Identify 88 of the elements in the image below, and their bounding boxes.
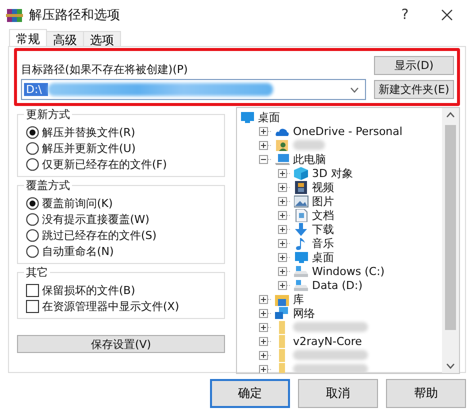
- expand-icon[interactable]: [278, 182, 291, 192]
- scrollbar[interactable]: [442, 108, 459, 373]
- radio-label[interactable]: 自动重命名(N): [42, 244, 114, 258]
- tab[interactable]: 常规: [9, 29, 47, 46]
- scroll-down-icon[interactable]: [446, 363, 455, 369]
- tree-item[interactable]: 库: [293, 292, 304, 306]
- group-title: 覆盖方式: [24, 178, 72, 193]
- tab[interactable]: 选项: [83, 31, 121, 46]
- checkbox[interactable]: [26, 300, 39, 312]
- tree-item[interactable]: 图片: [312, 194, 334, 208]
- expand-icon[interactable]: [259, 350, 272, 360]
- path-input[interactable]: D:\: [24, 83, 48, 96]
- tree-item[interactable]: Data (D:): [312, 278, 363, 292]
- user-icon: [275, 138, 290, 152]
- tree-item[interactable]: 文档: [312, 208, 334, 222]
- scroll-up-icon[interactable]: [446, 112, 455, 118]
- tree-item[interactable]: 网络: [293, 306, 315, 320]
- radio-label[interactable]: 没有提示直接覆盖(W): [42, 212, 150, 226]
- tab[interactable]: 高级: [46, 31, 84, 46]
- expand-icon[interactable]: [278, 168, 291, 178]
- radio-button[interactable]: [26, 142, 39, 154]
- checkbox[interactable]: [26, 284, 39, 296]
- expand-icon[interactable]: [259, 336, 272, 346]
- cube-icon: [294, 166, 309, 180]
- expand-icon[interactable]: [259, 364, 272, 373]
- radio-label[interactable]: 解压并替换文件(R): [42, 124, 136, 140]
- tree-item[interactable]: OneDrive - Personal: [293, 124, 402, 138]
- library-icon: [275, 292, 290, 306]
- tree-item[interactable]: Windows (C:): [312, 264, 385, 278]
- film-icon: [294, 180, 309, 194]
- window-title: 解压路径和选项: [29, 7, 121, 24]
- group-title: 更新方式: [24, 107, 72, 122]
- expand-icon[interactable]: [278, 224, 291, 234]
- radio-label[interactable]: 解压并更新文件(U): [42, 140, 136, 156]
- scrollbar-thumb[interactable]: [445, 125, 456, 330]
- dropdown-icon: [350, 86, 359, 92]
- down-arrow-icon: [294, 222, 309, 236]
- expand-icon[interactable]: [259, 322, 272, 332]
- drive-icon: [294, 264, 309, 278]
- expand-icon[interactable]: [259, 140, 272, 150]
- tree-item[interactable]: 音乐: [312, 236, 334, 250]
- expand-icon[interactable]: [278, 196, 291, 206]
- save-settings-button[interactable]: 保存设置(V): [17, 335, 225, 353]
- expand-icon[interactable]: [278, 210, 291, 220]
- radio-selected[interactable]: [26, 126, 39, 138]
- help-button[interactable]: ?: [383, 7, 427, 23]
- expand-icon[interactable]: [259, 308, 272, 318]
- image-icon: [294, 194, 309, 208]
- close-icon: [441, 9, 453, 21]
- dialog-button[interactable]: 确定: [210, 379, 290, 408]
- app-icon: [6, 7, 24, 23]
- tree-item[interactable]: 此电脑: [293, 152, 326, 166]
- dialog-button[interactable]: 显示(D): [374, 56, 454, 75]
- tree-item[interactable]: 下载: [312, 222, 334, 236]
- tree-item[interactable]: v2rayN-Core: [293, 334, 362, 348]
- tree-item[interactable]: 桌面: [312, 250, 334, 264]
- radio-label[interactable]: 跳过已经存在的文件(S): [42, 228, 157, 242]
- radio-button[interactable]: [26, 228, 39, 242]
- dialog-button[interactable]: 新建文件夹(E): [374, 80, 454, 99]
- radio-label[interactable]: 覆盖前询问(K): [42, 196, 113, 210]
- expand-icon[interactable]: [278, 280, 291, 290]
- expand-icon[interactable]: [278, 252, 291, 262]
- network-icon: [275, 306, 290, 320]
- path-combobox[interactable]: D:\: [21, 79, 366, 100]
- tree-item[interactable]: 3D 对象: [312, 166, 353, 180]
- computer-icon: [275, 152, 290, 166]
- tree-item[interactable]: 视频: [312, 180, 334, 194]
- document-icon: [294, 208, 309, 222]
- group-title: 其它: [24, 265, 50, 280]
- radio-button[interactable]: [26, 244, 39, 258]
- expand-icon[interactable]: [259, 126, 272, 136]
- dialog-button[interactable]: 取消: [298, 379, 378, 408]
- collapse-icon[interactable]: [259, 154, 272, 164]
- radio-button[interactable]: [26, 212, 39, 226]
- checkbox-label[interactable]: 在资源管理器中显示文件(X): [42, 298, 180, 314]
- desktop-icon: [294, 250, 309, 264]
- dialog-button[interactable]: 帮助: [386, 379, 466, 408]
- field-label: 目标路径(如果不存在将被创建)(P): [21, 62, 189, 77]
- expand-icon[interactable]: [278, 266, 291, 276]
- expand-icon[interactable]: [259, 294, 272, 304]
- radio-selected[interactable]: [26, 196, 39, 210]
- expand-icon[interactable]: [278, 238, 291, 248]
- radio-button[interactable]: [26, 158, 39, 170]
- desktop-icon: [240, 110, 255, 124]
- checkbox-label[interactable]: 保留损坏的文件(B): [42, 282, 136, 298]
- tree-item[interactable]: 桌面: [258, 110, 280, 124]
- radio-label[interactable]: 仅更新已经存在的文件(F): [42, 156, 167, 172]
- drive-icon: [294, 278, 309, 292]
